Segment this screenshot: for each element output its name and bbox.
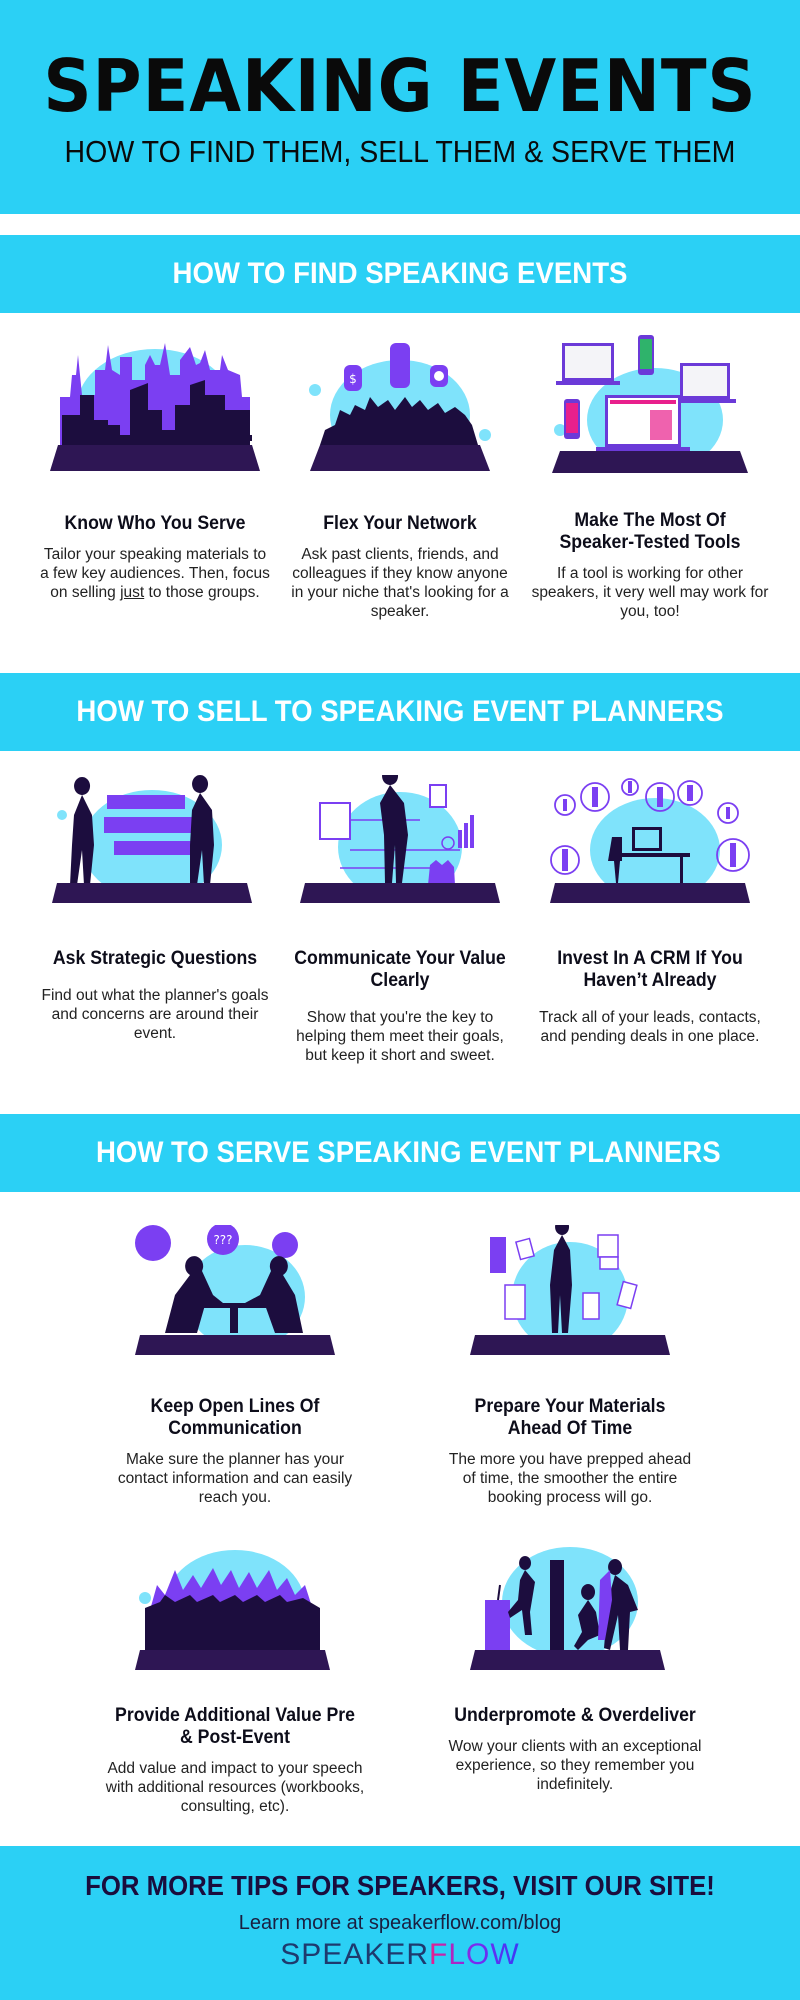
card-description: Find out what the planner's goals and co… bbox=[41, 987, 269, 1042]
card-ask-strategic-questions: Ask Strategic Questions Find out what th… bbox=[40, 948, 270, 1043]
card-speaker-tested-tools: Make The Most Of Speaker-Tested Tools If… bbox=[530, 510, 770, 621]
card-invest-in-crm: Invest In A CRM If You Haven’t Already T… bbox=[530, 948, 770, 1046]
card-flex-your-network: Flex Your Network Ask past clients, frie… bbox=[285, 513, 515, 621]
section-heading: HOW TO FIND SPEAKING EVENTS bbox=[172, 257, 628, 290]
card-title: Prepare Your Materials Ahead Of Time bbox=[474, 1396, 666, 1439]
page-title: SPEAKING EVENTS bbox=[43, 44, 757, 128]
card-description: Add value and impact to your speech with… bbox=[105, 1760, 365, 1815]
crm-desk-icon bbox=[550, 775, 750, 905]
section-serve-header: HOW TO SERVE SPEAKING EVENT PLANNERS bbox=[0, 1114, 800, 1192]
logo-flow: FLOW bbox=[429, 1938, 520, 1971]
card-description: If a tool is working for other speakers,… bbox=[531, 565, 769, 620]
hero-banner: SPEAKING EVENTS HOW TO FIND THEM, SELL T… bbox=[0, 0, 800, 214]
presenter-value-icon bbox=[300, 775, 500, 905]
page-subtitle: HOW TO FIND THEM, SELL THEM & SERVE THEM bbox=[64, 134, 736, 169]
devices-tools-icon bbox=[550, 335, 750, 475]
audience-crowd-icon bbox=[135, 1540, 335, 1670]
card-title: Invest In A CRM If You Haven’t Already bbox=[557, 948, 743, 991]
section-sell-header: HOW TO SELL TO SPEAKING EVENT PLANNERS bbox=[0, 673, 800, 751]
card-underpromote-overdeliver: Underpromote & Overdeliver Wow your clie… bbox=[445, 1705, 705, 1794]
section-heading: HOW TO SELL TO SPEAKING EVENT PLANNERS bbox=[76, 695, 724, 728]
materials-documents-icon bbox=[470, 1225, 670, 1355]
celebration-stage-icon bbox=[470, 1540, 670, 1670]
card-description: Tailor your speaking materials to a few … bbox=[40, 546, 270, 601]
card-title: Provide Additional Value Pre & Post-Even… bbox=[115, 1705, 355, 1748]
card-open-lines-communication: Keep Open Lines Of Communication Make su… bbox=[115, 1396, 355, 1507]
table-discussion-icon: ??? bbox=[135, 1225, 335, 1355]
card-title: Know Who You Serve bbox=[64, 513, 246, 534]
svg-text:???: ??? bbox=[213, 1233, 232, 1247]
card-description: Track all of your leads, contacts, and p… bbox=[539, 1009, 761, 1045]
card-description: Make sure the planner has your contact i… bbox=[117, 1451, 353, 1506]
speakerflow-logo[interactable]: SPEAKERFLOW bbox=[0, 1938, 800, 1972]
card-title: Flex Your Network bbox=[323, 513, 477, 534]
card-description: Show that you're the key to helping them… bbox=[296, 1009, 504, 1064]
section-find-header: HOW TO FIND SPEAKING EVENTS bbox=[0, 235, 800, 313]
card-title: Communicate Your Value Clearly bbox=[294, 948, 506, 991]
card-description: The more you have prepped ahead of time,… bbox=[448, 1451, 692, 1506]
card-title: Keep Open Lines Of Communication bbox=[150, 1396, 320, 1439]
card-prepare-materials: Prepare Your Materials Ahead Of Time The… bbox=[445, 1396, 695, 1507]
footer-headline: FOR MORE TIPS FOR SPEAKERS, VISIT OUR SI… bbox=[85, 1870, 715, 1901]
footer-cta: FOR MORE TIPS FOR SPEAKERS, VISIT OUR SI… bbox=[0, 1846, 800, 2000]
logo-speaker: SPEAKER bbox=[280, 1938, 430, 1971]
svg-text:$: $ bbox=[349, 372, 357, 386]
network-meeting-icon: $ bbox=[300, 335, 500, 475]
card-description: Wow your clients with an exceptional exp… bbox=[448, 1738, 702, 1793]
card-provide-additional-value: Provide Additional Value Pre & Post-Even… bbox=[105, 1705, 365, 1816]
card-title: Underpromote & Overdeliver bbox=[454, 1705, 696, 1726]
section-heading: HOW TO SERVE SPEAKING EVENT PLANNERS bbox=[95, 1136, 721, 1169]
footer-learn-more-link[interactable]: Learn more at speakerflow.com/blog bbox=[0, 1912, 800, 1935]
card-title: Ask Strategic Questions bbox=[52, 948, 258, 969]
city-skyline-icon bbox=[50, 335, 260, 475]
card-description: Ask past clients, friends, and colleague… bbox=[291, 546, 509, 620]
card-communicate-value: Communicate Your Value Clearly Show that… bbox=[285, 948, 515, 1065]
card-title: Make The Most Of Speaker-Tested Tools bbox=[559, 510, 741, 553]
card-know-who-you-serve: Know Who You Serve Tailor your speaking … bbox=[40, 513, 270, 602]
conversation-icon bbox=[52, 775, 252, 905]
